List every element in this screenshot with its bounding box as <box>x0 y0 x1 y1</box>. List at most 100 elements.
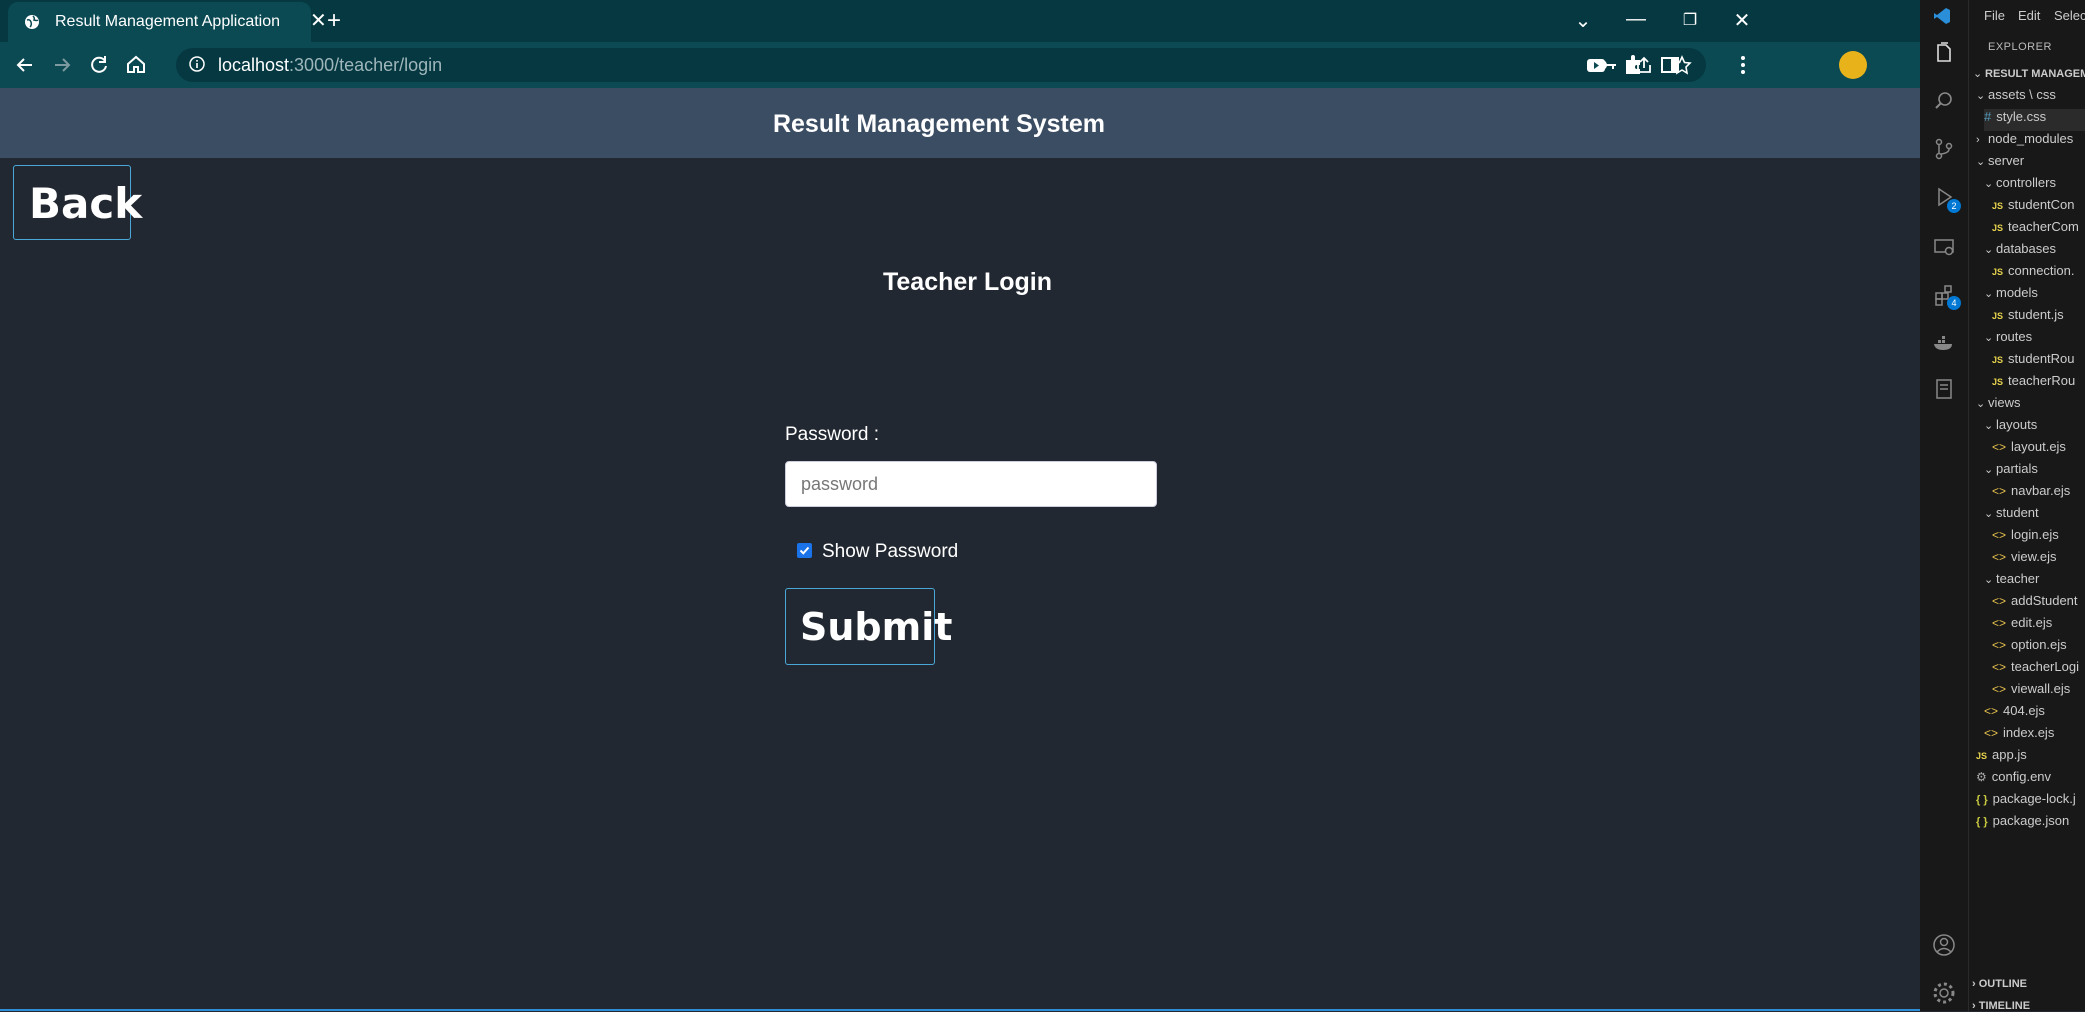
ejs-file-icon: <> <box>1992 550 2007 564</box>
chevron-down-icon: ⌄ <box>1984 464 1994 476</box>
tree-item-label: teacherCom <box>2008 219 2079 234</box>
tree-item[interactable]: ⌄ databases <box>1984 241 2056 263</box>
tree-item-label: addStudent <box>2011 593 2078 608</box>
browser-toolbar: localhost:3000/teacher/login <box>0 42 1920 88</box>
minimize-icon[interactable]: — <box>1624 8 1648 31</box>
chevron-right-icon: › <box>1976 134 1980 146</box>
info-icon[interactable] <box>188 55 206 73</box>
explorer-files-icon[interactable] <box>1931 40 1957 66</box>
back-button[interactable]: Back <box>13 165 142 240</box>
youtube-extension-icon[interactable] <box>1583 52 1609 78</box>
explorer-title: EXPLORER <box>1988 41 2052 53</box>
json-file-icon: { } <box>1976 816 1988 828</box>
back-arrow-icon[interactable] <box>12 52 38 78</box>
tree-item[interactable]: JS student.js <box>1992 307 2064 329</box>
reload-icon[interactable] <box>86 52 112 78</box>
ejs-file-icon: <> <box>1984 726 1999 740</box>
browser-tab[interactable]: Result Management Application <box>8 2 311 42</box>
tree-item[interactable]: <> login.ejs <box>1992 527 2059 549</box>
source-control-icon[interactable] <box>1931 136 1957 162</box>
tab-title: Result Management Application <box>55 13 281 30</box>
chevron-down-icon: ⌄ <box>1976 90 1986 102</box>
tree-item[interactable]: ⌄ assets \ css <box>1976 87 2056 109</box>
tree-item[interactable]: › node_modules <box>1976 131 2073 153</box>
profile-avatar[interactable] <box>1839 51 1867 79</box>
tree-item[interactable]: <> option.ejs <box>1992 637 2067 659</box>
close-window-icon[interactable]: ✕ <box>1730 8 1754 33</box>
tree-item[interactable]: <> viewall.ejs <box>1992 681 2070 703</box>
chevron-down-icon: ⌄ <box>1976 156 1986 168</box>
tree-item[interactable]: JS studentRou <box>1992 351 2075 373</box>
tree-item[interactable]: ⌄ server <box>1976 153 2024 175</box>
new-tab-icon[interactable]: + <box>327 9 341 33</box>
tree-item[interactable]: ⌄ controllers <box>1984 175 2056 197</box>
password-input[interactable] <box>785 461 1157 507</box>
show-password-checkbox[interactable] <box>797 543 812 558</box>
outline-panel-header[interactable]: › OUTLINE <box>1972 978 2027 990</box>
tree-section-header[interactable]: ⌄ RESULT MANAGEM <box>1973 65 2085 87</box>
search-icon[interactable] <box>1931 88 1957 114</box>
remote-explorer-icon[interactable] <box>1931 234 1957 260</box>
account-icon[interactable] <box>1931 932 1957 958</box>
tree-item-label: layout.ejs <box>2011 439 2066 454</box>
js-file-icon: JS <box>1992 201 2004 211</box>
tree-item[interactable]: JS connection. <box>1992 263 2075 285</box>
tree-item[interactable]: ⚙ config.env <box>1976 769 2051 791</box>
tree-item[interactable]: { } package-lock.j <box>1976 791 2076 813</box>
docker-icon[interactable] <box>1931 330 1957 356</box>
timeline-panel-header[interactable]: › TIMELINE <box>1972 1000 2030 1012</box>
chevron-down-icon: ⌄ <box>1984 420 1994 432</box>
menu-edit[interactable]: Edit <box>2018 8 2040 23</box>
tree-item-label: server <box>1988 153 2025 168</box>
tree-item[interactable]: <> teacherLogi <box>1992 659 2079 681</box>
extensions-puzzle-icon[interactable] <box>1620 52 1646 78</box>
notebook-icon[interactable] <box>1931 376 1957 402</box>
tree-item[interactable]: ⌄ layouts <box>1984 417 2037 439</box>
forward-arrow-icon[interactable] <box>49 52 75 78</box>
tree-item[interactable]: JS teacherCom <box>1992 219 2079 241</box>
tree-item[interactable]: ⌄ student <box>1984 505 2039 527</box>
tree-item-label: partials <box>1996 461 2038 476</box>
close-tab-icon[interactable]: ✕ <box>310 8 327 33</box>
tree-item-label: controllers <box>1996 175 2056 190</box>
tree-item-label: config.env <box>1991 769 2052 784</box>
tree-item-label: node_modules <box>1988 131 2074 146</box>
tree-item[interactable]: ⌄ teacher <box>1984 571 2039 593</box>
tree-item[interactable]: ⌄ views <box>1976 395 2021 417</box>
submit-button[interactable]: Submit <box>785 588 952 665</box>
tree-item[interactable]: <> edit.ejs <box>1992 615 2052 637</box>
menu-file[interactable]: File <box>1984 8 2005 23</box>
password-label: Password : <box>785 424 879 445</box>
tree-item[interactable]: JS teacherRou <box>1992 373 2075 395</box>
kebab-menu-icon[interactable] <box>1730 52 1756 78</box>
home-icon[interactable] <box>123 52 149 78</box>
tree-item[interactable]: <> navbar.ejs <box>1992 483 2070 505</box>
page-title: Teacher Login <box>882 268 1052 296</box>
tree-item[interactable]: JS studentCon <box>1992 197 2075 219</box>
tree-item[interactable]: <> index.ejs <box>1984 725 2054 747</box>
vscode-logo-icon <box>1934 8 1950 24</box>
tree-item[interactable]: <> layout.ejs <box>1992 439 2066 461</box>
tree-item[interactable]: # style.css <box>1984 109 2085 131</box>
tree-item[interactable]: <> addStudent <box>1992 593 2078 615</box>
tree-item-label: studentCon <box>2008 197 2075 212</box>
tree-item[interactable]: <> view.ejs <box>1992 549 2057 571</box>
js-file-icon: JS <box>1992 377 2004 387</box>
tree-item[interactable]: ⌄ models <box>1984 285 2038 307</box>
tree-item[interactable]: JS app.js <box>1976 747 2027 769</box>
restore-icon[interactable]: ❐ <box>1678 10 1702 30</box>
tree-item-label: navbar.ejs <box>2011 483 2071 498</box>
settings-gear-icon[interactable] <box>1931 980 1957 1006</box>
tree-item[interactable]: ⌄ partials <box>1984 461 2038 483</box>
tree-item[interactable]: <> 404.ejs <box>1984 703 2045 725</box>
side-panel-icon[interactable] <box>1657 52 1683 78</box>
tab-search-icon[interactable]: ⌄ <box>1571 8 1595 33</box>
address-bar[interactable]: localhost:3000/teacher/login <box>176 48 1706 82</box>
tree-item[interactable]: { } package.json <box>1976 813 2069 835</box>
menu-selection[interactable]: Selection <box>2054 8 2085 23</box>
tree-item[interactable]: ⌄ routes <box>1984 329 2032 351</box>
chevron-down-icon: ⌄ <box>1984 574 1994 586</box>
show-password-label[interactable]: Show Password <box>822 541 958 563</box>
checkmark-icon <box>799 546 810 555</box>
chevron-down-icon: ⌄ <box>1984 178 1994 190</box>
